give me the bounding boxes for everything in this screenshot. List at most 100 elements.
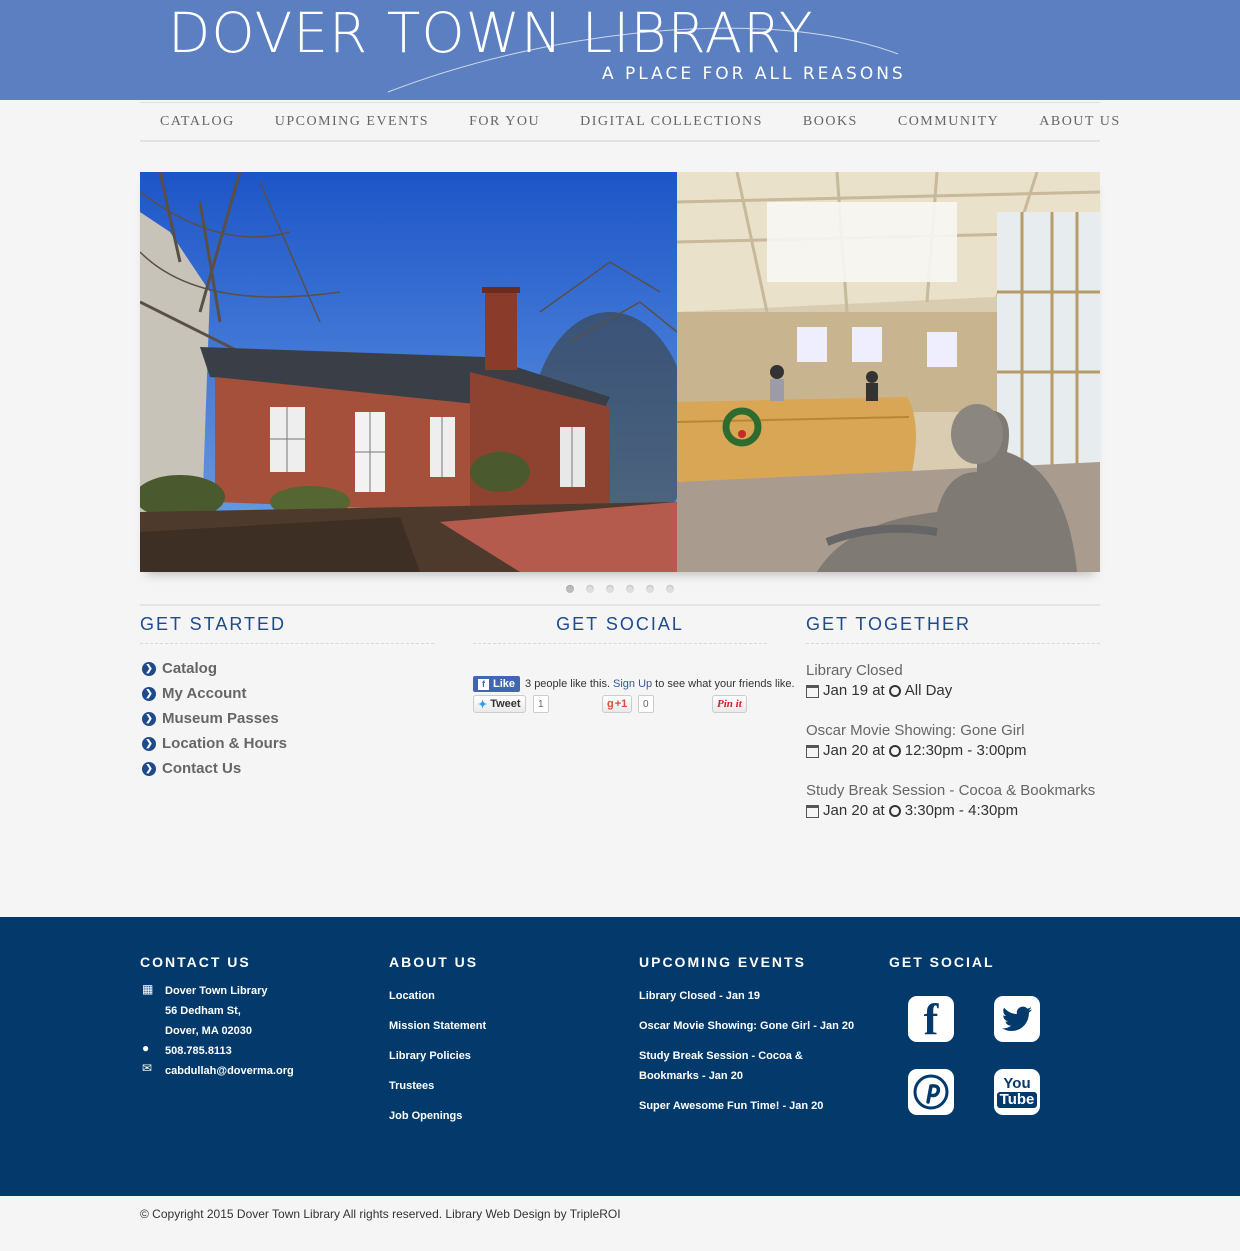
calendar-icon bbox=[806, 684, 819, 698]
footer-event-link-cont[interactable]: Bookmarks - Jan 20 bbox=[639, 1066, 743, 1086]
chevron-right-circle-icon: ❯ bbox=[142, 711, 156, 726]
nav-about-us[interactable]: ABOUT US bbox=[1019, 114, 1140, 130]
get-started-title: GET STARTED bbox=[140, 614, 434, 644]
nav-community[interactable]: COMMUNITY bbox=[878, 114, 1019, 130]
facebook-like-count-text: 3 people like this. bbox=[525, 678, 611, 690]
clock-icon bbox=[888, 805, 901, 817]
site-footer: CONTACT US ▦ Dover Town Library 56 Dedha… bbox=[0, 917, 1240, 1196]
footer-event-link[interactable]: Study Break Session - Cocoa & bbox=[639, 1046, 803, 1066]
get-together-title: GET TOGETHER bbox=[806, 614, 1100, 644]
youtube-icon[interactable]: You Tube bbox=[994, 1069, 1040, 1115]
envelope-icon: ✉ bbox=[142, 1061, 153, 1075]
clock-icon bbox=[888, 685, 901, 697]
pinterest-p-glyph bbox=[913, 1074, 949, 1110]
youtube-tube-text: Tube bbox=[996, 1092, 1038, 1108]
chevron-right-circle-icon: ❯ bbox=[142, 736, 156, 751]
slider-dot[interactable] bbox=[566, 585, 574, 593]
facebook-like-button[interactable]: f Like bbox=[473, 676, 521, 692]
contact-street: 56 Dedham St, bbox=[165, 1005, 241, 1017]
tweet-count: 1 bbox=[533, 695, 549, 713]
quick-link-location-hours[interactable]: ❯ Location & Hours bbox=[142, 731, 287, 756]
social-share-widgets: f Like 3 people like this. Sign Up to see… bbox=[473, 676, 833, 713]
event-time: 3:30pm - 4:30pm bbox=[904, 802, 1019, 819]
quick-link-catalog[interactable]: ❯ Catalog bbox=[142, 656, 287, 681]
copyright-text: © Copyright 2015 Dover Town Library All … bbox=[140, 1207, 621, 1221]
footer-event-link[interactable]: Library Closed - Jan 19 bbox=[639, 986, 760, 1006]
event-item[interactable]: Library Closed Jan 19 at All Day bbox=[806, 661, 1106, 701]
facebook-friends-text: to see what your friends like. bbox=[655, 678, 795, 690]
footer-link-trustees[interactable]: Trustees bbox=[389, 1076, 434, 1096]
footer-contact-title: CONTACT US bbox=[140, 954, 251, 970]
share-buttons-row: ✦ Tweet 1 g +1 0 Pin it bbox=[473, 695, 833, 713]
event-date: Jan 20 bbox=[823, 802, 869, 819]
footer-events-title: UPCOMING EVENTS bbox=[639, 954, 806, 970]
nav-upcoming-events[interactable]: UPCOMING EVENTS bbox=[255, 114, 449, 130]
nav-for-you[interactable]: FOR YOU bbox=[449, 114, 560, 130]
google-plus-label: +1 bbox=[614, 698, 628, 710]
twitter-bird-glyph bbox=[1002, 1006, 1032, 1031]
nav-digital-collections[interactable]: DIGITAL COLLECTIONS bbox=[560, 114, 783, 130]
footer-link-location[interactable]: Location bbox=[389, 986, 435, 1006]
address-card-icon: ▦ bbox=[142, 982, 154, 996]
pinterest-icon[interactable] bbox=[908, 1069, 954, 1115]
clock-icon bbox=[888, 745, 901, 757]
footer-social-title: GET SOCIAL bbox=[889, 954, 995, 970]
footer-event-link[interactable]: Oscar Movie Showing: Gone Girl - Jan 20 bbox=[639, 1016, 854, 1036]
slider-dot[interactable] bbox=[606, 585, 614, 593]
event-at: at bbox=[872, 742, 885, 759]
get-started-list: ❯ Catalog ❯ My Account ❯ Museum Passes ❯ Loc… bbox=[142, 656, 287, 781]
event-when: Jan 20 at 3:30pm - 4:30pm bbox=[806, 801, 1106, 821]
event-title: Study Break Session - Cocoa & Bookmarks bbox=[806, 782, 1096, 799]
footer-link-jobs[interactable]: Job Openings bbox=[389, 1106, 462, 1126]
facebook-f-icon: f bbox=[478, 678, 489, 690]
slider-dot[interactable] bbox=[626, 585, 634, 593]
google-plus-icon: g bbox=[607, 698, 614, 710]
chevron-right-circle-icon: ❯ bbox=[142, 761, 156, 776]
quick-link-contact-us[interactable]: ❯ Contact Us bbox=[142, 756, 287, 781]
calendar-icon bbox=[806, 744, 819, 758]
slider-dot[interactable] bbox=[586, 585, 594, 593]
chevron-right-circle-icon: ❯ bbox=[142, 661, 156, 676]
facebook-signup-link[interactable]: Sign Up bbox=[613, 678, 652, 690]
event-at: at bbox=[872, 682, 885, 699]
event-at: at bbox=[872, 802, 885, 819]
chat-bubble-icon: ● bbox=[142, 1041, 150, 1055]
main-nav: CATALOG UPCOMING EVENTS FOR YOU DIGITAL … bbox=[140, 102, 1119, 142]
library-exterior-photo bbox=[140, 172, 677, 572]
google-plus-count: 0 bbox=[638, 695, 654, 713]
twitter-bird-icon: ✦ bbox=[478, 698, 488, 711]
quick-link-label: Catalog bbox=[162, 660, 218, 677]
quick-link-label: My Account bbox=[162, 685, 247, 702]
footer-link-mission[interactable]: Mission Statement bbox=[389, 1016, 486, 1036]
event-item[interactable]: Study Break Session - Cocoa & Bookmarks … bbox=[806, 781, 1106, 821]
footer-link-policies[interactable]: Library Policies bbox=[389, 1046, 471, 1066]
tweet-label: Tweet bbox=[490, 698, 521, 710]
quick-link-museum-passes[interactable]: ❯ Museum Passes bbox=[142, 706, 287, 731]
quick-link-label: Museum Passes bbox=[162, 710, 279, 727]
footer-event-link[interactable]: Super Awesome Fun Time! - Jan 20 bbox=[639, 1096, 823, 1116]
twitter-icon[interactable] bbox=[994, 996, 1040, 1042]
facebook-like-label: Like bbox=[493, 678, 516, 690]
tweet-button[interactable]: ✦ Tweet bbox=[473, 695, 526, 713]
google-plus-button[interactable]: g +1 bbox=[602, 695, 633, 713]
youtube-you-text: You bbox=[1003, 1075, 1031, 1092]
contact-email[interactable]: cabdullah@doverma.org bbox=[165, 1061, 294, 1081]
quick-link-label: Contact Us bbox=[162, 760, 242, 777]
site-logo[interactable]: DOVER TOWN LIBRARY A PLACE FOR ALL REASO… bbox=[168, 2, 903, 93]
pinterest-pin-button[interactable]: Pin it bbox=[712, 695, 747, 713]
contact-phone[interactable]: 508.785.8113 bbox=[165, 1041, 232, 1061]
get-social-title: GET SOCIAL bbox=[473, 614, 767, 644]
facebook-icon[interactable]: f bbox=[908, 995, 954, 1044]
nav-catalog[interactable]: CATALOG bbox=[140, 114, 255, 130]
slider-dot[interactable] bbox=[646, 585, 654, 593]
image-slider[interactable] bbox=[140, 172, 1100, 572]
library-interior-photo bbox=[677, 172, 1100, 572]
chevron-right-circle-icon: ❯ bbox=[142, 686, 156, 701]
nav-books[interactable]: BOOKS bbox=[783, 114, 878, 130]
quick-link-label: Location & Hours bbox=[162, 735, 288, 752]
quick-link-my-account[interactable]: ❯ My Account bbox=[142, 681, 287, 706]
logo-swoosh bbox=[387, 27, 899, 93]
event-item[interactable]: Oscar Movie Showing: Gone Girl Jan 20 at… bbox=[806, 721, 1106, 761]
site-header: DOVER TOWN LIBRARY A PLACE FOR ALL REASO… bbox=[0, 0, 1240, 100]
slider-dot[interactable] bbox=[666, 585, 674, 593]
